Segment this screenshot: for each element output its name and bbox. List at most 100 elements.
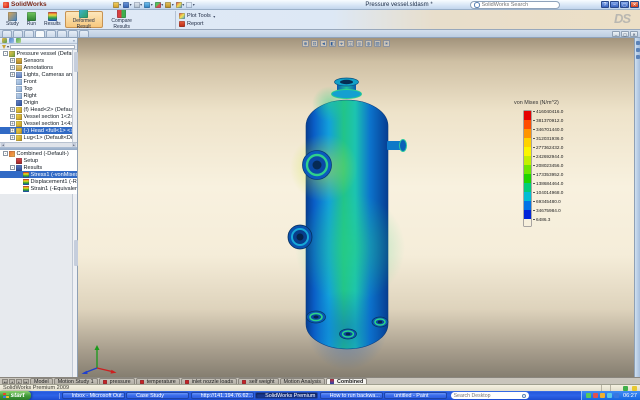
command-button[interactable]: Run: [23, 11, 40, 28]
tab-scroll-left-icon[interactable]: ◂: [9, 379, 15, 384]
tray-icon[interactable]: [614, 393, 619, 398]
ribbon-tab[interactable]: [13, 30, 23, 37]
zoom-fit-icon[interactable]: ⊕: [302, 40, 309, 47]
tray-icon[interactable]: [600, 393, 605, 398]
tree-item[interactable]: + Vessel section 1<2> (Default<<Dis: [0, 113, 77, 120]
minimize-button[interactable]: –: [610, 1, 619, 8]
command-button[interactable]: Study: [2, 11, 23, 28]
ribbon-tab[interactable]: [57, 30, 67, 37]
tray-icon[interactable]: [593, 393, 598, 398]
tree-item[interactable]: - Pressure vessel (Default<Display Stat: [0, 50, 77, 57]
start-button[interactable]: start: [0, 391, 31, 400]
show-desktop-icon[interactable]: [50, 393, 56, 399]
solidworks-search-box[interactable]: [470, 1, 560, 9]
doc-close-button[interactable]: ✕: [630, 31, 638, 37]
tab-scroll-right-icon[interactable]: ▸: [16, 379, 22, 384]
appearance-icon[interactable]: ▾: [186, 2, 195, 8]
undo-icon[interactable]: ▾: [155, 2, 164, 8]
tree-item[interactable]: + Lug<1> (Default<Display State-1: [0, 134, 77, 141]
task-pane-icon[interactable]: [636, 48, 640, 52]
outlook-quicklaunch-icon[interactable]: [42, 393, 48, 399]
task-pane-icon[interactable]: [636, 55, 640, 59]
edit-mode-icon[interactable]: [632, 386, 637, 391]
edit-appearance-icon[interactable]: ◍: [365, 40, 372, 47]
tree-expander[interactable]: +: [10, 128, 15, 133]
ribbon-tab[interactable]: [35, 30, 45, 37]
study-tree-item[interactable]: Displacement1 (-Res disp-): [0, 178, 77, 185]
apply-scene-icon[interactable]: ▨: [374, 40, 381, 47]
restore-button[interactable]: ▢: [620, 1, 629, 8]
tree-expander[interactable]: +: [10, 114, 15, 119]
tree-expander[interactable]: +: [10, 65, 15, 70]
featuremanager-tab-icon[interactable]: [2, 38, 7, 43]
task-button[interactable]: Case Study: [126, 392, 189, 399]
zoom-area-icon[interactable]: ⊡: [311, 40, 318, 47]
section-view-icon[interactable]: ◧: [329, 40, 336, 47]
study-tree-item[interactable]: - Combined (-Default-): [0, 150, 77, 157]
desktop-search-input[interactable]: [454, 393, 522, 399]
doc-restore-button[interactable]: ▢: [621, 31, 629, 37]
options-icon[interactable]: ▾: [176, 2, 185, 8]
tree-item[interactable]: + Annotations: [0, 64, 77, 71]
tree-expander[interactable]: +: [10, 135, 15, 140]
command-small-button[interactable]: Plot Tools ▾: [179, 13, 215, 19]
task-button[interactable]: SolidWorks Premium 2...: [255, 392, 318, 399]
rebuild-icon[interactable]: ▾: [165, 2, 174, 8]
hide-show-items-icon[interactable]: ◎: [356, 40, 363, 47]
ribbon-tab[interactable]: [79, 30, 89, 37]
study-tree-item[interactable]: Stress1 (-vonMises-): [0, 171, 77, 178]
configurationmanager-tab-icon[interactable]: [16, 38, 21, 43]
search-magnifier-icon[interactable]: [522, 394, 526, 398]
tree-item[interactable]: + Sensors: [0, 57, 77, 64]
panel-scrollbar[interactable]: [72, 194, 77, 377]
ribbon-tab[interactable]: [68, 30, 78, 37]
ribbon-tab[interactable]: [2, 30, 12, 37]
view-settings-icon[interactable]: ✳: [383, 40, 390, 47]
task-button[interactable]: Inbox - Microsoft Out...: [62, 392, 125, 399]
search-input[interactable]: [482, 2, 557, 8]
tree-expander[interactable]: -: [3, 151, 8, 156]
ie-quicklaunch-icon[interactable]: [34, 393, 40, 399]
task-pane-strip[interactable]: [634, 38, 640, 377]
command-button[interactable]: Results: [40, 11, 65, 28]
tray-icon[interactable]: [607, 393, 612, 398]
study-tree-item[interactable]: - Results: [0, 164, 77, 171]
tree-expander[interactable]: +: [10, 121, 15, 126]
tree-filter-input[interactable]: [10, 45, 75, 49]
graphics-viewport[interactable]: ⊕⊡◄◧⌖◫◎◍▨✳ von Mises (N/m^2) 416040416.0…: [78, 38, 634, 377]
save-icon[interactable]: ▾: [134, 2, 143, 8]
command-button[interactable]: Compare Results: [103, 11, 141, 28]
help-button[interactable]: ?: [601, 1, 609, 8]
tree-item[interactable]: + Lights, Cameras and Scene: [0, 71, 77, 78]
filter-funnel-icon[interactable]: [2, 45, 6, 49]
tree-item[interactable]: Right: [0, 92, 77, 99]
tree-expander[interactable]: -: [10, 165, 15, 170]
tree-expander[interactable]: +: [10, 107, 15, 112]
tree-expander[interactable]: -: [3, 51, 8, 56]
display-style-icon[interactable]: ◫: [347, 40, 354, 47]
ribbon-tab[interactable]: [46, 30, 56, 37]
open-icon[interactable]: ▾: [123, 2, 132, 8]
view-orientation-icon[interactable]: ⌖: [338, 40, 345, 47]
study-tree-item[interactable]: Strain1 (-Equivalent-): [0, 185, 77, 192]
task-pane-icon[interactable]: [636, 41, 640, 45]
command-small-button[interactable]: Report: [179, 21, 215, 27]
propertymanager-tab-icon[interactable]: [9, 38, 14, 43]
desktop-search-box[interactable]: [451, 392, 529, 399]
tree-expander[interactable]: +: [10, 72, 15, 77]
tab-scroll-first-icon[interactable]: ◂◂: [2, 379, 8, 384]
task-button[interactable]: How to run backwa...: [320, 392, 383, 399]
tree-expander[interactable]: +: [10, 58, 15, 63]
close-button[interactable]: ✕: [630, 1, 639, 8]
ribbon-tab[interactable]: [24, 30, 34, 37]
task-button[interactable]: http://141.194.76.62...: [191, 392, 254, 399]
new-document-icon[interactable]: ▾: [113, 2, 122, 8]
tree-item[interactable]: Origin: [0, 99, 77, 106]
tree-scrollbar[interactable]: [72, 50, 77, 142]
task-button[interactable]: untitled - Paint: [384, 392, 447, 399]
panel-chevron-icon[interactable]: »: [73, 38, 75, 43]
tree-item[interactable]: + Vessel section 1<4> <> (Default<: [0, 120, 77, 127]
tree-item[interactable]: Front: [0, 78, 77, 85]
study-tree-item[interactable]: Setup: [0, 157, 77, 164]
print-icon[interactable]: ▾: [144, 2, 153, 8]
